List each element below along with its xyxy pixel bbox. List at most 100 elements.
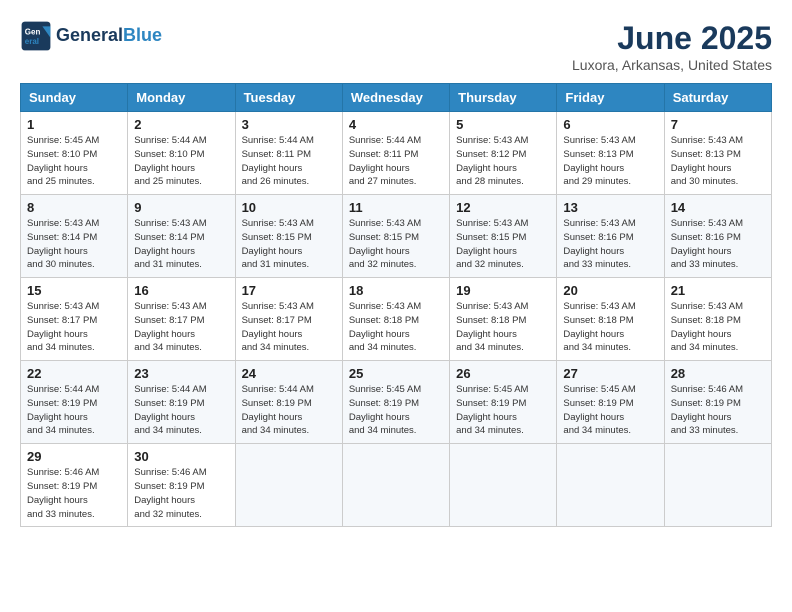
calendar-table: SundayMondayTuesdayWednesdayThursdayFrid… (20, 83, 772, 527)
day-number: 16 (134, 283, 228, 298)
day-number: 4 (349, 117, 443, 132)
day-info: Sunrise: 5:43 AM Sunset: 8:16 PM Dayligh… (563, 217, 657, 272)
calendar-cell: 4 Sunrise: 5:44 AM Sunset: 8:11 PM Dayli… (342, 112, 449, 195)
weekday-header: Friday (557, 84, 664, 112)
day-number: 21 (671, 283, 765, 298)
calendar-cell: 14 Sunrise: 5:43 AM Sunset: 8:16 PM Dayl… (664, 195, 771, 278)
day-info: Sunrise: 5:43 AM Sunset: 8:18 PM Dayligh… (671, 300, 765, 355)
calendar-cell: 7 Sunrise: 5:43 AM Sunset: 8:13 PM Dayli… (664, 112, 771, 195)
day-number: 24 (242, 366, 336, 381)
day-number: 20 (563, 283, 657, 298)
day-info: Sunrise: 5:44 AM Sunset: 8:19 PM Dayligh… (27, 383, 121, 438)
day-number: 5 (456, 117, 550, 132)
day-number: 19 (456, 283, 550, 298)
weekday-header: Thursday (450, 84, 557, 112)
calendar-cell: 23 Sunrise: 5:44 AM Sunset: 8:19 PM Dayl… (128, 361, 235, 444)
day-number: 18 (349, 283, 443, 298)
logo-icon: Gen eral (20, 20, 52, 52)
weekday-header: Sunday (21, 84, 128, 112)
day-number: 22 (27, 366, 121, 381)
calendar-week-row: 8 Sunrise: 5:43 AM Sunset: 8:14 PM Dayli… (21, 195, 772, 278)
day-number: 9 (134, 200, 228, 215)
day-number: 26 (456, 366, 550, 381)
day-info: Sunrise: 5:45 AM Sunset: 8:10 PM Dayligh… (27, 134, 121, 189)
logo-text: GeneralBlue (56, 26, 162, 46)
day-info: Sunrise: 5:43 AM Sunset: 8:18 PM Dayligh… (456, 300, 550, 355)
calendar-cell: 12 Sunrise: 5:43 AM Sunset: 8:15 PM Dayl… (450, 195, 557, 278)
day-number: 14 (671, 200, 765, 215)
calendar-cell: 28 Sunrise: 5:46 AM Sunset: 8:19 PM Dayl… (664, 361, 771, 444)
day-number: 12 (456, 200, 550, 215)
svg-text:Gen: Gen (25, 27, 41, 36)
day-info: Sunrise: 5:46 AM Sunset: 8:19 PM Dayligh… (134, 466, 228, 521)
day-number: 7 (671, 117, 765, 132)
calendar-cell: 20 Sunrise: 5:43 AM Sunset: 8:18 PM Dayl… (557, 278, 664, 361)
day-number: 29 (27, 449, 121, 464)
calendar-cell: 22 Sunrise: 5:44 AM Sunset: 8:19 PM Dayl… (21, 361, 128, 444)
day-info: Sunrise: 5:46 AM Sunset: 8:19 PM Dayligh… (671, 383, 765, 438)
calendar-body: 1 Sunrise: 5:45 AM Sunset: 8:10 PM Dayli… (21, 112, 772, 527)
day-info: Sunrise: 5:45 AM Sunset: 8:19 PM Dayligh… (349, 383, 443, 438)
day-number: 6 (563, 117, 657, 132)
calendar-cell: 30 Sunrise: 5:46 AM Sunset: 8:19 PM Dayl… (128, 444, 235, 527)
day-number: 3 (242, 117, 336, 132)
calendar-cell: 5 Sunrise: 5:43 AM Sunset: 8:12 PM Dayli… (450, 112, 557, 195)
calendar-cell (235, 444, 342, 527)
calendar-cell: 21 Sunrise: 5:43 AM Sunset: 8:18 PM Dayl… (664, 278, 771, 361)
day-number: 15 (27, 283, 121, 298)
location: Luxora, Arkansas, United States (572, 57, 772, 73)
day-info: Sunrise: 5:44 AM Sunset: 8:19 PM Dayligh… (242, 383, 336, 438)
calendar-cell (450, 444, 557, 527)
weekday-header: Tuesday (235, 84, 342, 112)
calendar-cell: 29 Sunrise: 5:46 AM Sunset: 8:19 PM Dayl… (21, 444, 128, 527)
day-info: Sunrise: 5:43 AM Sunset: 8:17 PM Dayligh… (242, 300, 336, 355)
calendar-week-row: 15 Sunrise: 5:43 AM Sunset: 8:17 PM Dayl… (21, 278, 772, 361)
day-info: Sunrise: 5:44 AM Sunset: 8:11 PM Dayligh… (349, 134, 443, 189)
day-number: 11 (349, 200, 443, 215)
day-info: Sunrise: 5:43 AM Sunset: 8:18 PM Dayligh… (349, 300, 443, 355)
day-number: 1 (27, 117, 121, 132)
calendar-cell: 17 Sunrise: 5:43 AM Sunset: 8:17 PM Dayl… (235, 278, 342, 361)
day-info: Sunrise: 5:43 AM Sunset: 8:14 PM Dayligh… (27, 217, 121, 272)
calendar-week-row: 1 Sunrise: 5:45 AM Sunset: 8:10 PM Dayli… (21, 112, 772, 195)
day-info: Sunrise: 5:43 AM Sunset: 8:15 PM Dayligh… (349, 217, 443, 272)
calendar-cell (664, 444, 771, 527)
day-number: 2 (134, 117, 228, 132)
day-info: Sunrise: 5:43 AM Sunset: 8:15 PM Dayligh… (456, 217, 550, 272)
day-number: 30 (134, 449, 228, 464)
day-number: 8 (27, 200, 121, 215)
day-info: Sunrise: 5:44 AM Sunset: 8:10 PM Dayligh… (134, 134, 228, 189)
month-title: June 2025 (572, 20, 772, 57)
day-info: Sunrise: 5:45 AM Sunset: 8:19 PM Dayligh… (563, 383, 657, 438)
calendar-cell: 19 Sunrise: 5:43 AM Sunset: 8:18 PM Dayl… (450, 278, 557, 361)
title-area: June 2025 Luxora, Arkansas, United State… (572, 20, 772, 73)
day-info: Sunrise: 5:46 AM Sunset: 8:19 PM Dayligh… (27, 466, 121, 521)
calendar-cell: 10 Sunrise: 5:43 AM Sunset: 8:15 PM Dayl… (235, 195, 342, 278)
calendar-cell: 24 Sunrise: 5:44 AM Sunset: 8:19 PM Dayl… (235, 361, 342, 444)
day-info: Sunrise: 5:43 AM Sunset: 8:17 PM Dayligh… (134, 300, 228, 355)
day-info: Sunrise: 5:43 AM Sunset: 8:13 PM Dayligh… (563, 134, 657, 189)
day-number: 13 (563, 200, 657, 215)
weekday-header: Saturday (664, 84, 771, 112)
weekday-header: Monday (128, 84, 235, 112)
calendar-cell: 8 Sunrise: 5:43 AM Sunset: 8:14 PM Dayli… (21, 195, 128, 278)
calendar-week-row: 22 Sunrise: 5:44 AM Sunset: 8:19 PM Dayl… (21, 361, 772, 444)
day-info: Sunrise: 5:43 AM Sunset: 8:17 PM Dayligh… (27, 300, 121, 355)
day-info: Sunrise: 5:43 AM Sunset: 8:18 PM Dayligh… (563, 300, 657, 355)
calendar-cell (557, 444, 664, 527)
calendar-cell: 16 Sunrise: 5:43 AM Sunset: 8:17 PM Dayl… (128, 278, 235, 361)
day-number: 10 (242, 200, 336, 215)
day-number: 27 (563, 366, 657, 381)
calendar-cell: 18 Sunrise: 5:43 AM Sunset: 8:18 PM Dayl… (342, 278, 449, 361)
day-info: Sunrise: 5:43 AM Sunset: 8:14 PM Dayligh… (134, 217, 228, 272)
day-number: 25 (349, 366, 443, 381)
calendar-cell: 1 Sunrise: 5:45 AM Sunset: 8:10 PM Dayli… (21, 112, 128, 195)
calendar-cell: 11 Sunrise: 5:43 AM Sunset: 8:15 PM Dayl… (342, 195, 449, 278)
calendar-header-row: SundayMondayTuesdayWednesdayThursdayFrid… (21, 84, 772, 112)
day-info: Sunrise: 5:45 AM Sunset: 8:19 PM Dayligh… (456, 383, 550, 438)
day-info: Sunrise: 5:43 AM Sunset: 8:16 PM Dayligh… (671, 217, 765, 272)
calendar-cell: 3 Sunrise: 5:44 AM Sunset: 8:11 PM Dayli… (235, 112, 342, 195)
day-info: Sunrise: 5:43 AM Sunset: 8:15 PM Dayligh… (242, 217, 336, 272)
weekday-header: Wednesday (342, 84, 449, 112)
svg-text:eral: eral (25, 37, 39, 46)
